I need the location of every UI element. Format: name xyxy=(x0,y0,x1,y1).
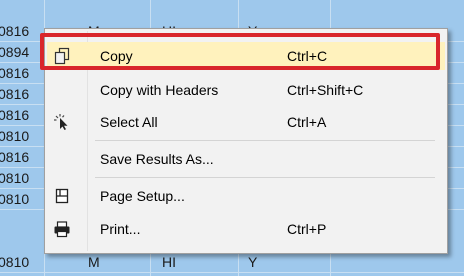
menu-item-shortcut: Ctrl+C xyxy=(287,48,328,64)
table-cell[interactable]: 0810 xyxy=(0,168,29,189)
table-cell[interactable]: 0816 xyxy=(0,84,29,105)
table-cell[interactable]: 0810 xyxy=(0,189,29,210)
context-menu: Copy Ctrl+C Copy with Headers Ctrl+Shift… xyxy=(44,28,448,254)
menu-item-label: Copy xyxy=(100,48,133,64)
menu-item-shortcut: Ctrl+A xyxy=(287,114,327,130)
table-cell[interactable]: M xyxy=(88,252,100,273)
menu-item-copy-with-headers[interactable]: Copy with Headers Ctrl+Shift+C xyxy=(47,76,445,104)
table-cell[interactable]: 0816 xyxy=(0,63,29,84)
printer-icon xyxy=(53,220,71,238)
menu-item-label: Save Results As... xyxy=(100,151,214,167)
copy-icon xyxy=(53,47,71,65)
table-cell[interactable]: 0816 xyxy=(0,21,29,42)
table-cell[interactable]: Y xyxy=(248,252,257,273)
menu-item-label: Copy with Headers xyxy=(100,82,219,98)
table-cell[interactable]: 0810 xyxy=(0,252,29,273)
table-cell[interactable]: HI xyxy=(162,252,176,273)
menu-item-copy[interactable]: Copy Ctrl+C xyxy=(47,42,445,70)
page-setup-icon xyxy=(53,187,71,205)
menu-item-save-results-as[interactable]: Save Results As... xyxy=(47,145,445,173)
menu-separator xyxy=(95,177,435,178)
menu-item-shortcut: Ctrl+P xyxy=(287,221,327,237)
select-all-icon xyxy=(53,113,71,131)
table-cell[interactable]: 0894 xyxy=(0,42,29,63)
table-row[interactable]: 0810 M HI Y xyxy=(0,252,464,273)
menu-item-page-setup[interactable]: Page Setup... xyxy=(47,182,445,210)
table-cell[interactable]: 0810 xyxy=(0,126,29,147)
menu-item-label: Print... xyxy=(100,221,141,237)
menu-item-print[interactable]: Print... Ctrl+P xyxy=(47,215,445,243)
table-cell[interactable]: 0816 xyxy=(0,105,29,126)
menu-item-label: Page Setup... xyxy=(100,188,185,204)
menu-item-label: Select All xyxy=(100,114,158,130)
menu-item-select-all[interactable]: Select All Ctrl+A xyxy=(47,108,445,136)
menu-item-shortcut: Ctrl+Shift+C xyxy=(287,82,364,98)
menu-separator xyxy=(95,140,435,141)
table-cell[interactable]: 0816 xyxy=(0,147,29,168)
